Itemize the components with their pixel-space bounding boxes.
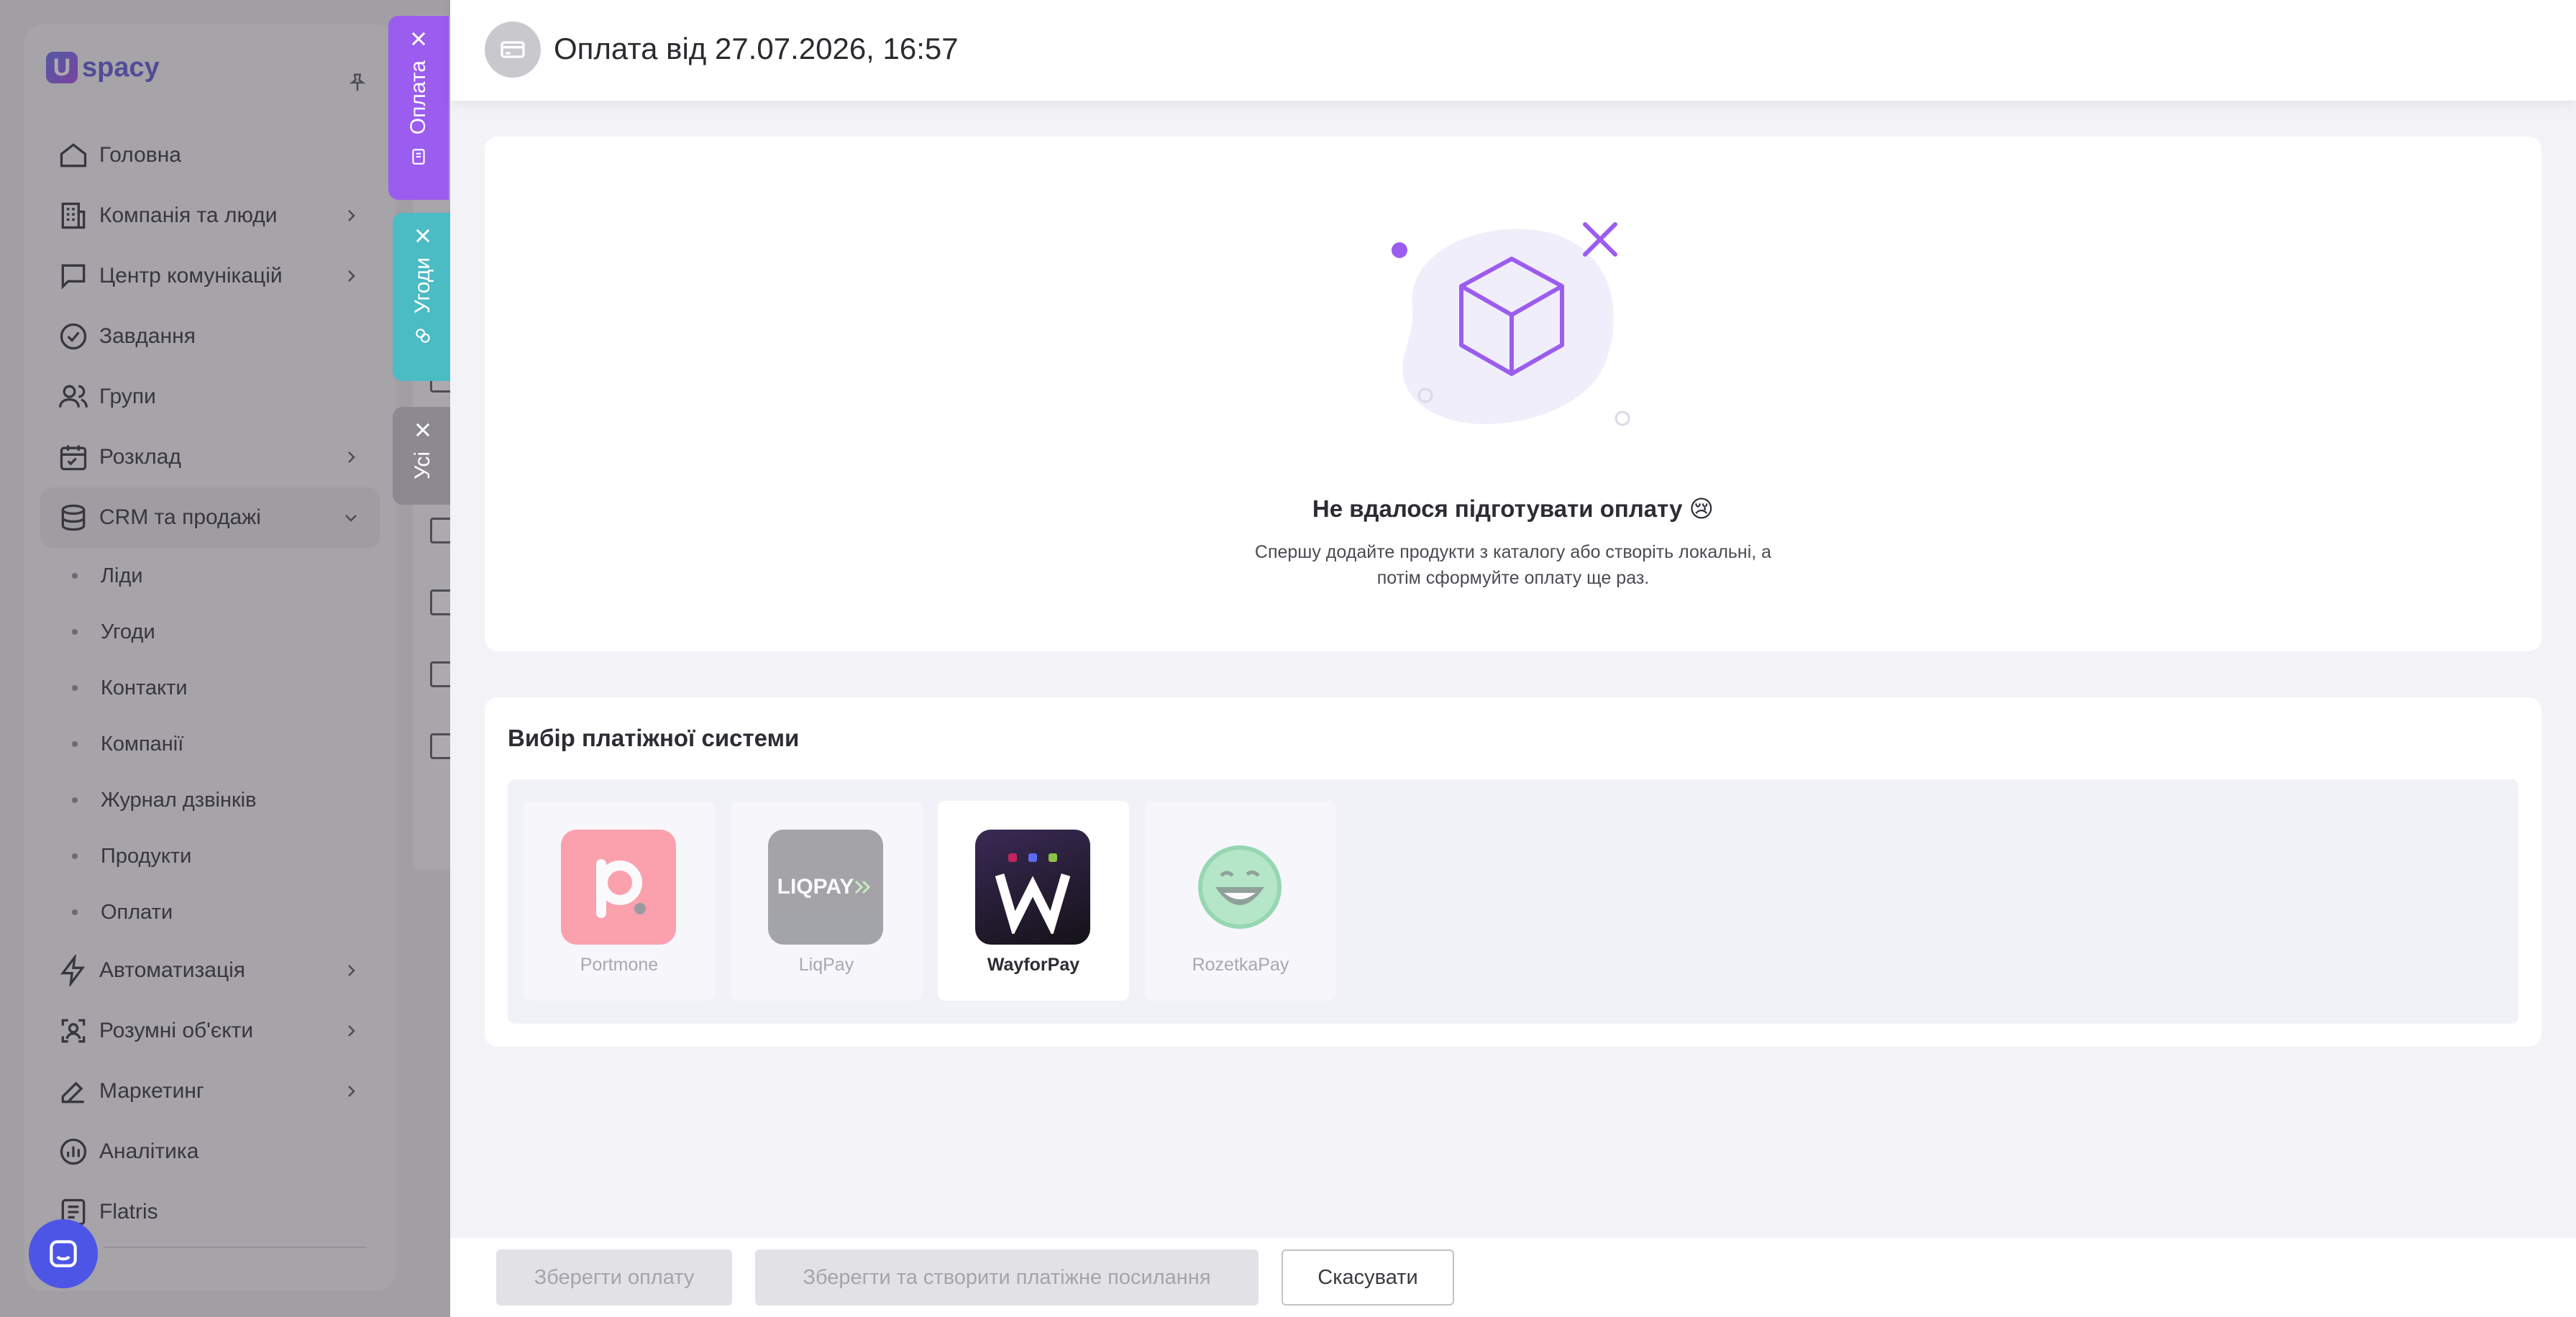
tab-deals[interactable]: Угоди (393, 213, 453, 381)
wayforpay-w-icon (995, 853, 1071, 934)
chat-icon (50, 1240, 77, 1267)
support-chat-button[interactable] (29, 1219, 98, 1288)
close-icon[interactable] (408, 29, 429, 49)
payment-option-name: Portmone (580, 955, 659, 975)
tab-label: Угоди (411, 257, 434, 314)
empty-box-illustration (1392, 222, 1630, 426)
card-icon (485, 22, 541, 78)
save-payment-button[interactable]: Зберегти оплату (496, 1249, 732, 1305)
liqpay-logo: LIQPAY (768, 830, 883, 945)
portmone-p-icon (596, 859, 646, 918)
payment-option-name: WayforPay (987, 955, 1080, 975)
payment-system-list: Portmone LIQPAY LiqPay WayforPay Rozetka… (508, 779, 2518, 1024)
cancel-button[interactable]: Скасувати (1282, 1249, 1454, 1305)
drawer-header: Оплата від 27.07.2026, 16:57 (450, 0, 2576, 101)
portmone-logo (561, 830, 676, 945)
tab-all[interactable]: Усі (393, 407, 453, 505)
empty-state-description: Спершу додайте продукти з каталогу або с… (485, 539, 2541, 591)
empty-state-title: Не вдалося підготувати оплату 😢 (1312, 495, 1714, 522)
save-and-create-link-button[interactable]: Зберегти та створити платіжне посилання (755, 1249, 1259, 1305)
rozetkapay-logo (1182, 830, 1297, 945)
close-icon[interactable] (413, 226, 433, 246)
payment-option-liqpay[interactable]: LIQPAY LiqPay (731, 801, 922, 1001)
drawer-title: Оплата від 27.07.2026, 16:57 (554, 32, 959, 65)
coins-icon (416, 329, 430, 344)
payment-option-rozetkapay[interactable]: RozetkaPay (1145, 801, 1336, 1001)
drawer-footer: Зберегти оплату Зберегти та створити пла… (450, 1238, 2576, 1317)
tab-payment[interactable]: Оплата (388, 16, 449, 200)
payment-system-title: Вибір платіжної системи (508, 725, 800, 751)
chevrons-right-icon (855, 880, 871, 894)
payment-drawer: Оплата від 27.07.2026, 16:57 Не вдалося … (450, 0, 2576, 1317)
receipt-icon (412, 149, 425, 165)
payment-option-name: LiqPay (798, 955, 854, 975)
tab-label: Усі (411, 451, 434, 479)
wayforpay-logo (975, 830, 1090, 945)
payment-option-wayforpay[interactable]: WayforPay (938, 801, 1129, 1001)
payment-system-card: Вибір платіжної системи Portmone LIQPAY (485, 697, 2541, 1047)
tab-label: Оплата (406, 60, 430, 135)
empty-state-desc-line: потім сформуйте оплату ще раз. (1376, 568, 1650, 588)
empty-state-card: Не вдалося підготувати оплату 😢 Спершу д… (485, 137, 2541, 651)
empty-state-desc-line: Спершу додайте продукти з каталогу або с… (1254, 542, 1772, 562)
close-icon[interactable] (413, 420, 433, 440)
payment-option-portmone[interactable]: Portmone (524, 801, 715, 1001)
payment-option-name: RozetkaPay (1192, 955, 1289, 975)
rozetka-smile-icon (1198, 845, 1282, 929)
liqpay-logo-text: LIQPAY (777, 875, 854, 899)
